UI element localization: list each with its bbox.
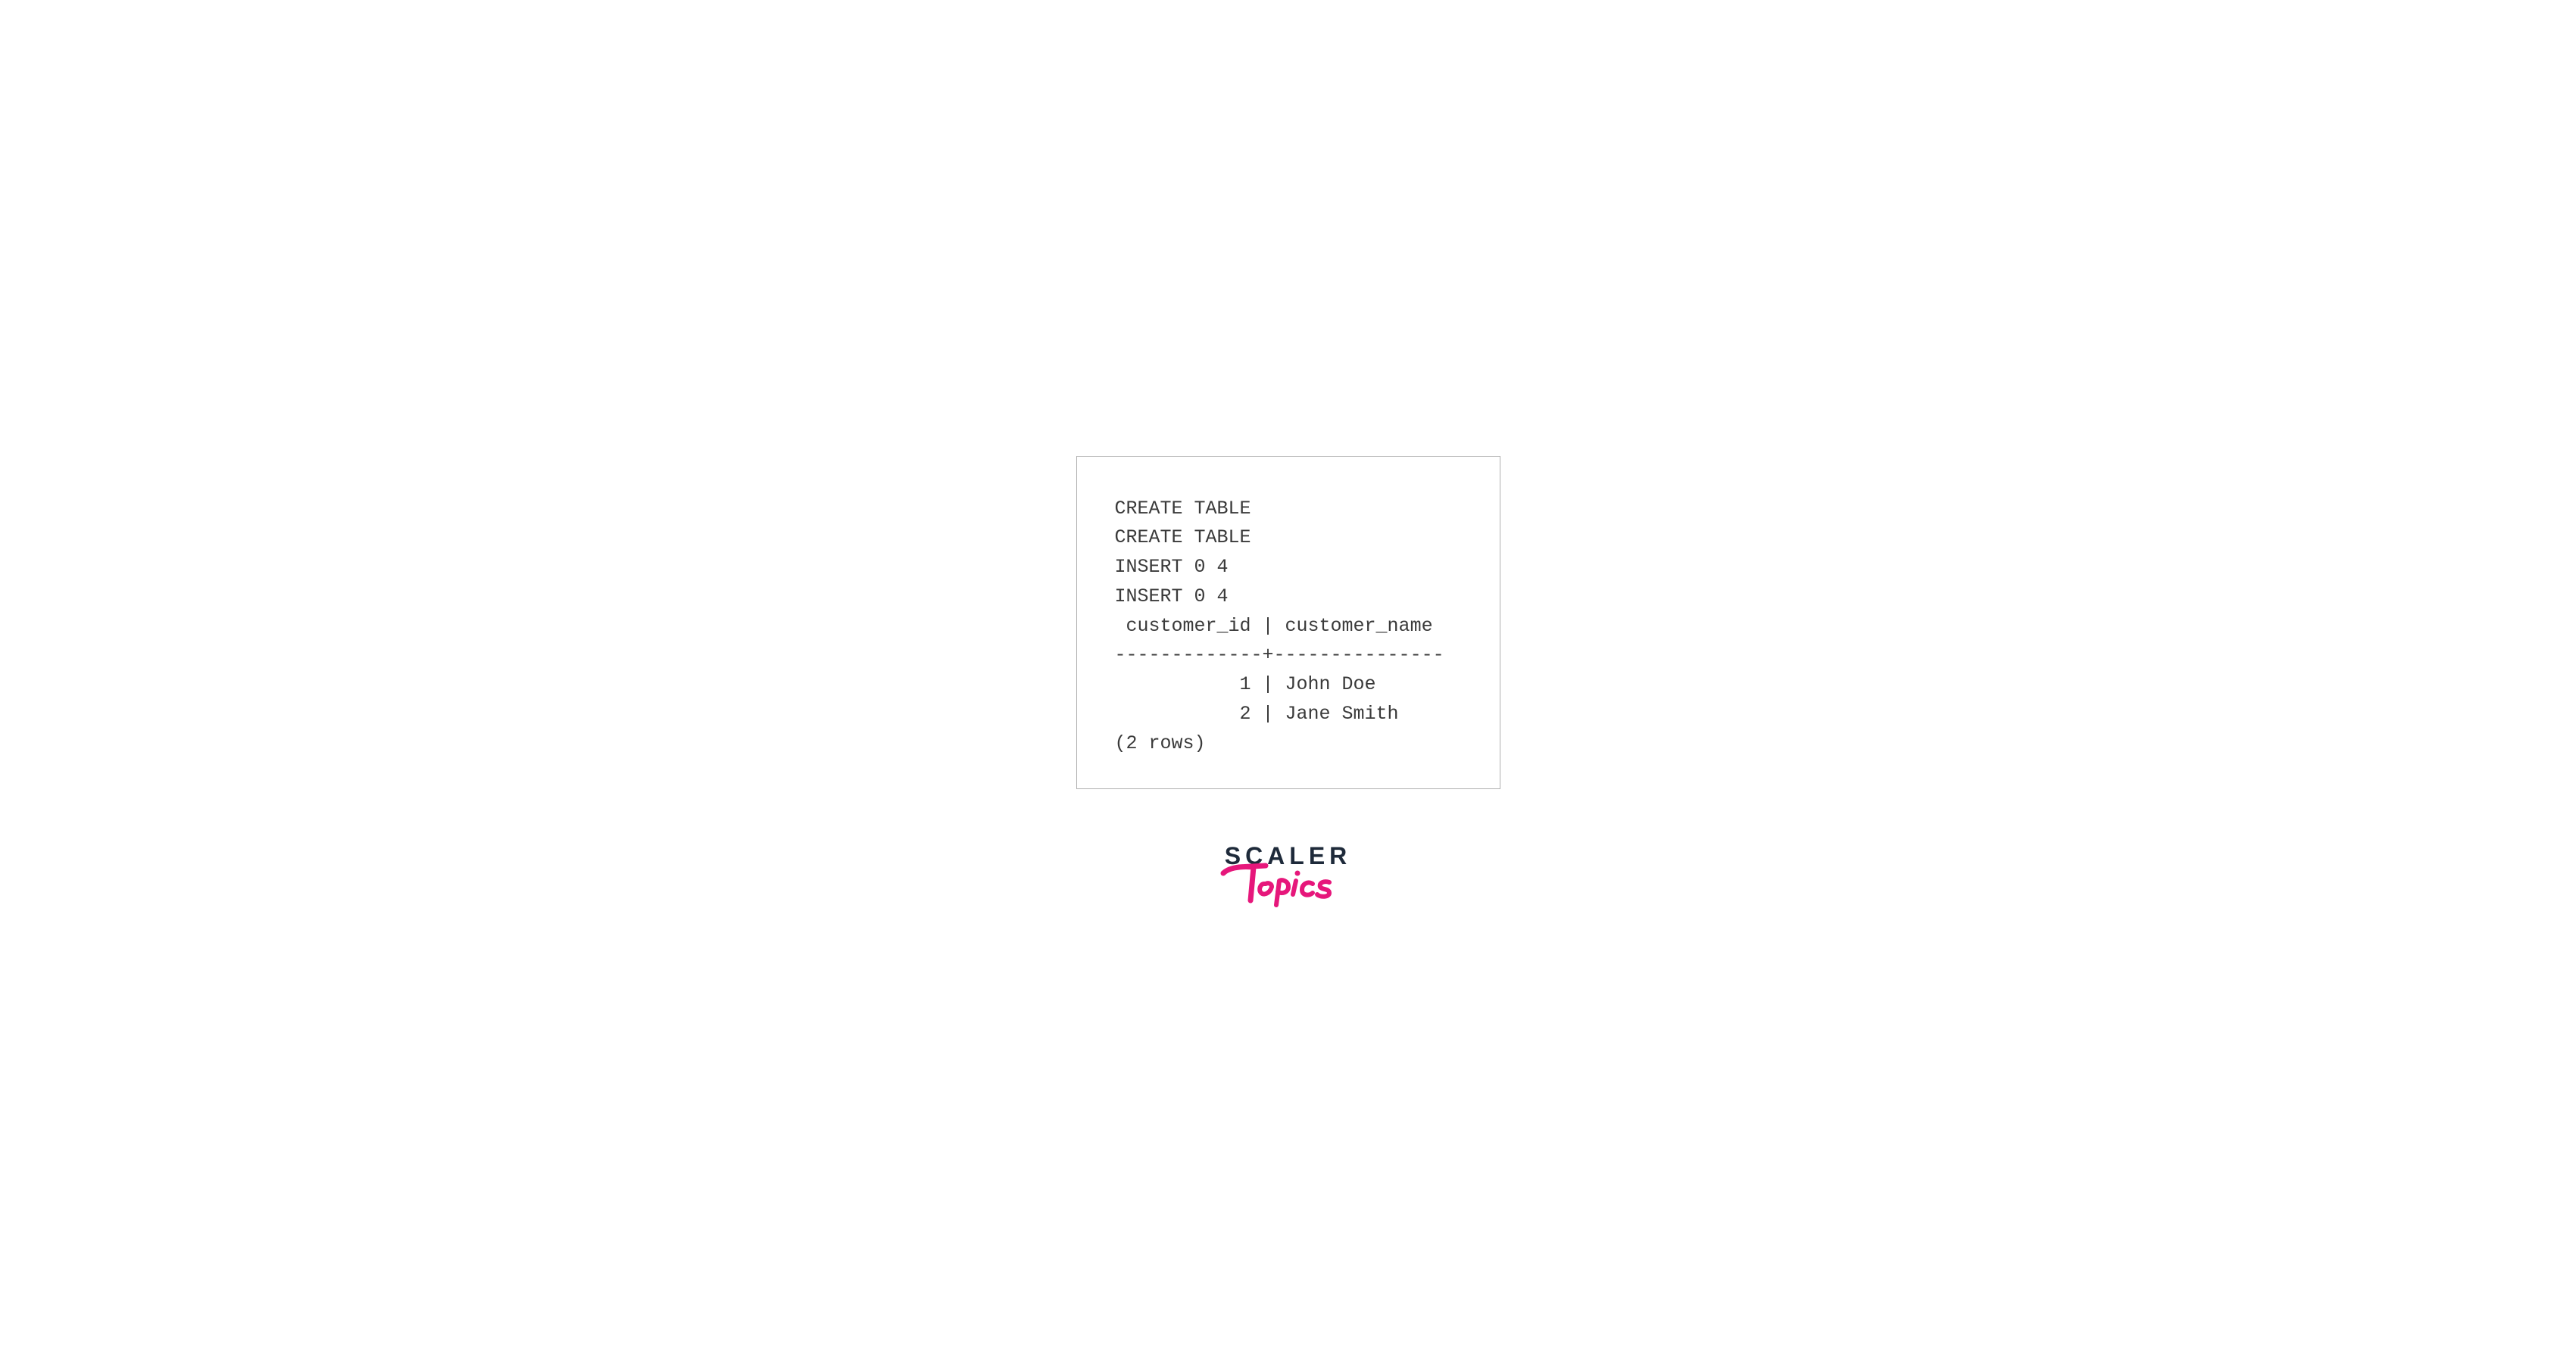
scaler-topics-logo: SCALER — [1223, 842, 1354, 911]
terminal-output-text: CREATE TABLE CREATE TABLE INSERT 0 4 INS… — [1115, 495, 1462, 759]
topics-script-svg — [1217, 858, 1354, 911]
terminal-output-box: CREATE TABLE CREATE TABLE INSERT 0 4 INS… — [1076, 456, 1500, 790]
page-container: CREATE TABLE CREATE TABLE INSERT 0 4 INS… — [0, 0, 2576, 1367]
logo-topics-text — [1217, 858, 1354, 911]
